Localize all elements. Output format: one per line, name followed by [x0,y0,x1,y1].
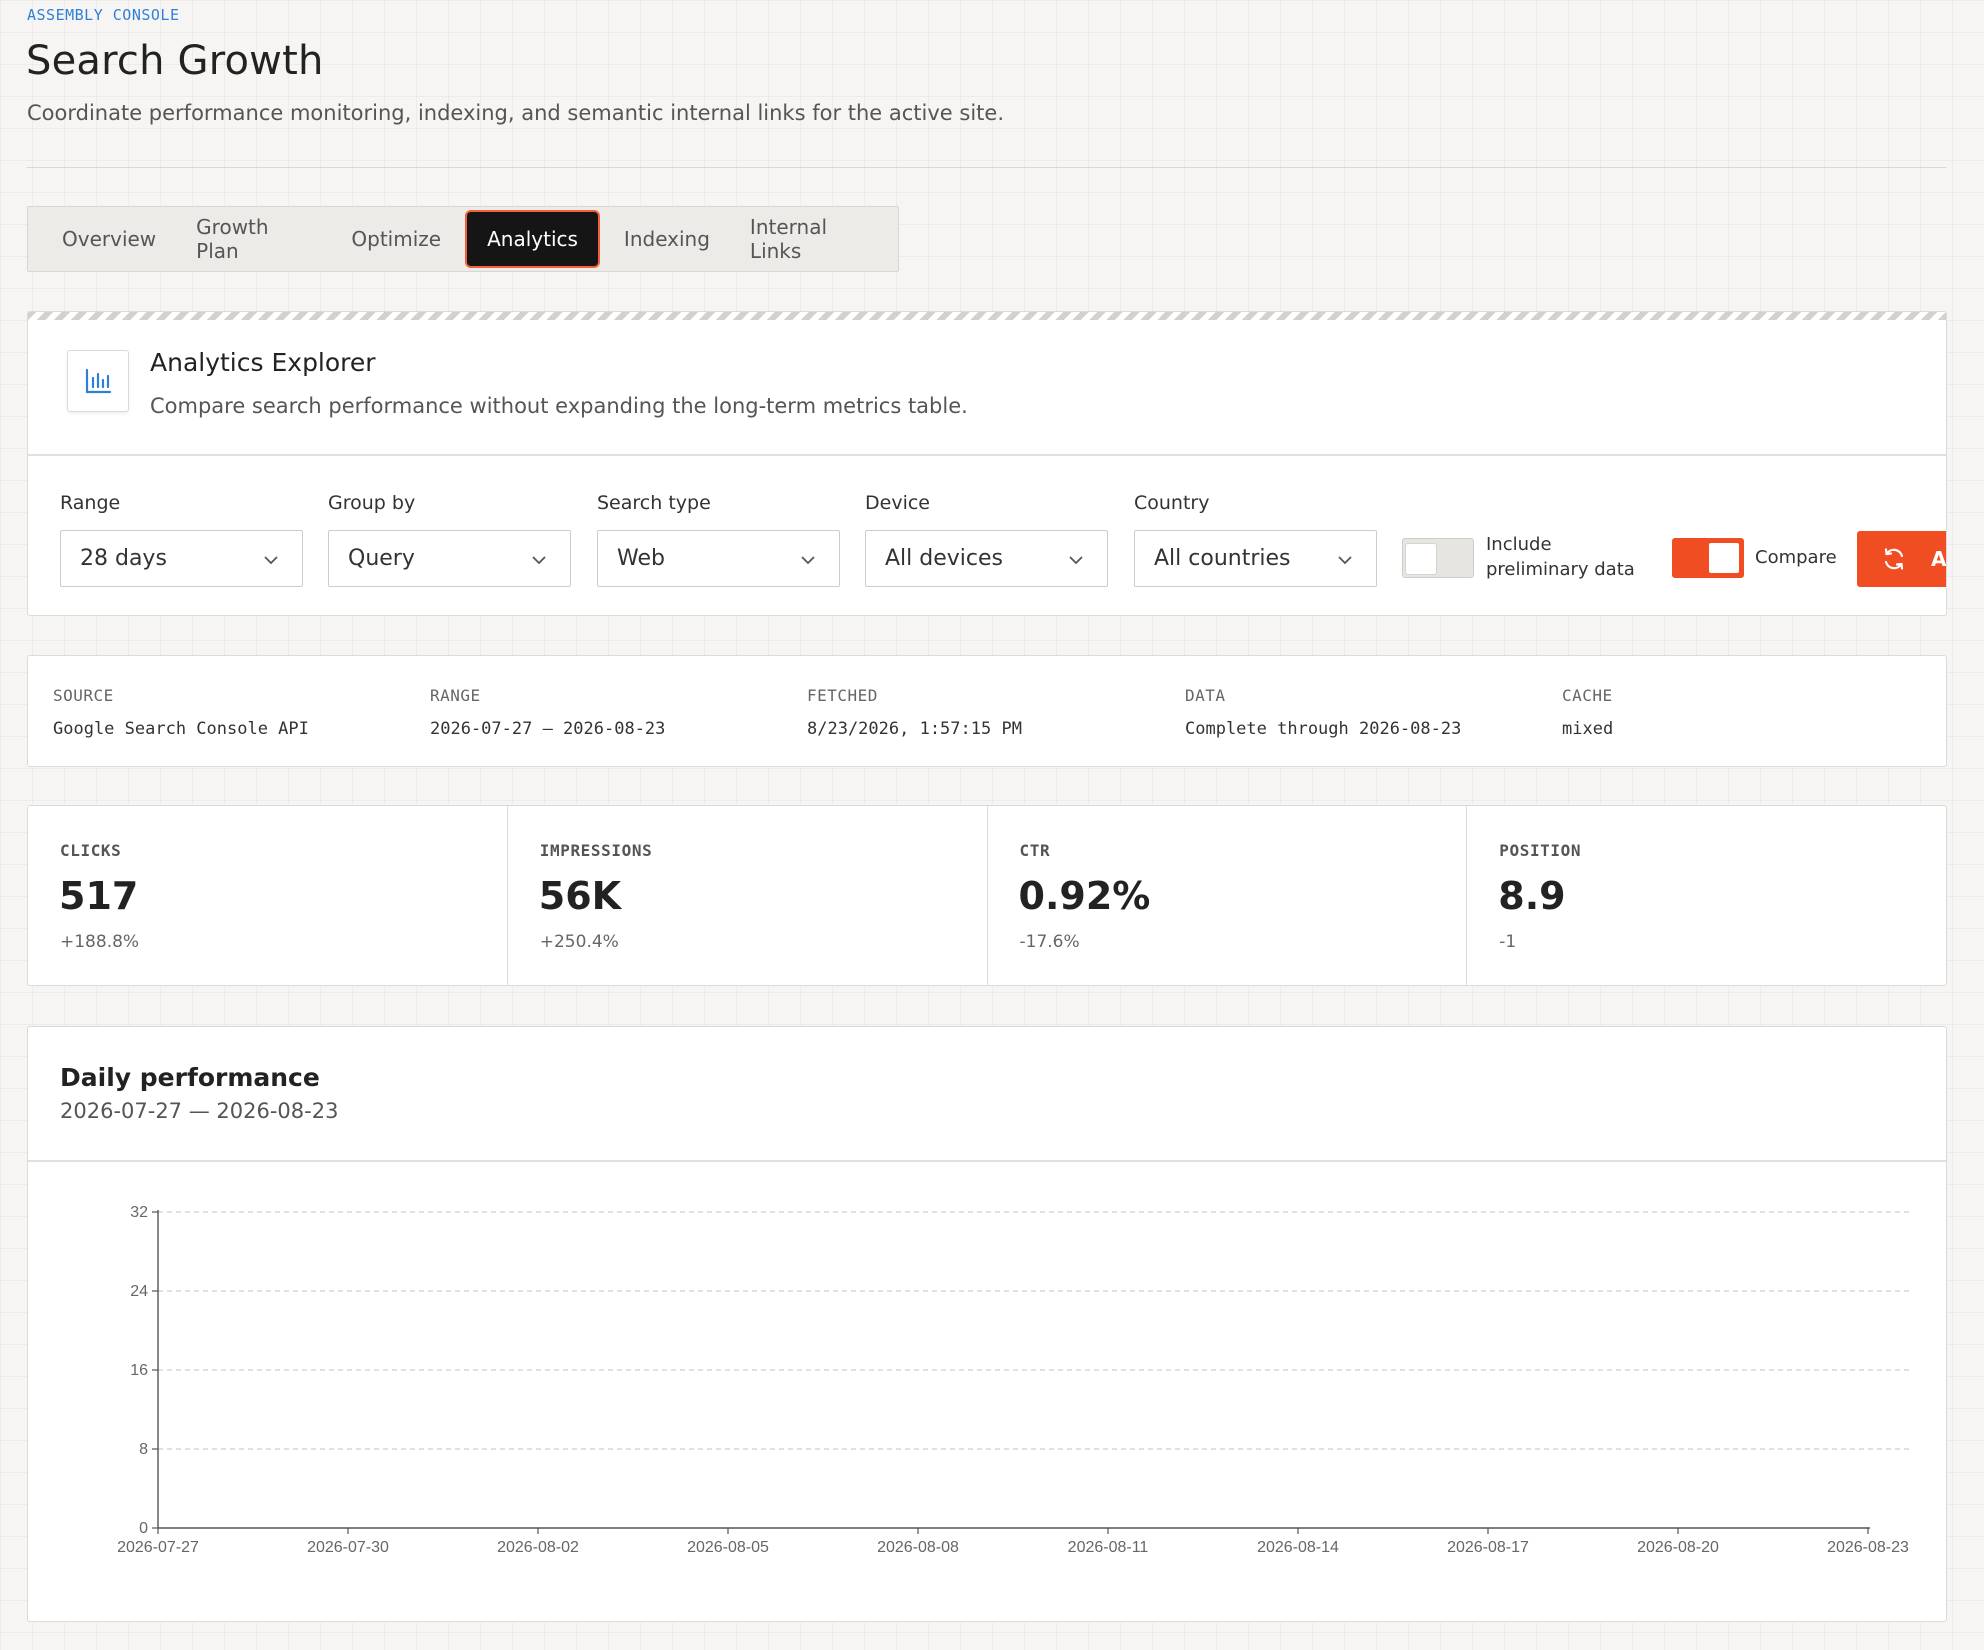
preliminary-data-label: Include preliminary data [1486,534,1635,580]
search-type-select-value: Web [617,546,665,571]
kpi-label: IMPRESSIONS [539,841,653,860]
toggle-knob [1406,544,1436,574]
x-tick-label: 2026-08-05 [687,1539,769,1556]
query-metadata: SOURCE Google Search Console API RANGE 2… [27,655,1947,767]
meta-fetched: FETCHED 8/23/2026, 1:57:15 PM [807,686,1022,739]
kpi-label: CLICKS [60,841,122,860]
chart-header: Daily performance 2026-07-27 — 2026-08-2… [28,1027,1946,1162]
kpi-label: CTR [1019,841,1051,860]
search-type-select[interactable]: Web [597,530,840,587]
page: ASSEMBLY CONSOLE Search Growth Coordinat… [0,0,1984,1650]
tab-internal-links[interactable]: Internal Links [730,212,898,266]
tab-indexing[interactable]: Indexing [604,212,730,266]
x-tick-label: 2026-08-20 [1637,1539,1719,1556]
compare-label: Compare [1755,547,1837,568]
device-select-value: All devices [885,546,1003,571]
explorer-title: Analytics Explorer [150,348,376,377]
kpi-delta: -1 [1499,932,1517,952]
range-select[interactable]: 28 days [60,530,303,587]
x-tick-label: 2026-07-30 [307,1539,389,1556]
tab-overview[interactable]: Overview [42,212,176,266]
meta-range: RANGE 2026-07-27 – 2026-08-23 [430,686,666,739]
explorer-description: Compare search performance without expan… [150,394,968,418]
chevron-down-icon [532,556,546,565]
chart-range: 2026-07-27 — 2026-08-23 [60,1099,339,1123]
group-by-select[interactable]: Query [328,530,571,587]
compare-toggle[interactable] [1672,538,1744,578]
daily-performance-chart: 0 8 16 24 32 2026-07-27 2026-07-30 2026-08-02 20… [117,1204,1911,1556]
country-select[interactable]: All countries [1134,530,1377,587]
device-select[interactable]: All devices [865,530,1108,587]
x-tick-label: 2026-08-14 [1257,1539,1339,1556]
tab-analytics[interactable]: Analytics [467,212,598,266]
tab-bar: Overview Growth Plan Optimize Analytics … [27,206,899,272]
chevron-down-icon [801,556,815,565]
app-eyebrow: ASSEMBLY CONSOLE [27,6,180,24]
x-tick-label: 2026-08-08 [877,1539,959,1556]
range-select-value: 28 days [80,546,167,571]
tab-growth-plan[interactable]: Growth Plan [176,212,331,266]
kpi-value: 517 [59,874,139,918]
kpi-delta: +188.8% [60,932,140,952]
analytics-explorer-panel: Analytics Explorer Compare search perfor… [27,311,1947,616]
panel-stripe-border [28,312,1946,320]
toggle-knob [1709,543,1739,573]
x-tick-label: 2026-08-23 [1827,1539,1909,1556]
device-label: Device [865,492,930,514]
kpi-delta: -17.6% [1019,932,1080,952]
apply-button[interactable]: Ap [1857,531,1947,587]
group-by-label: Group by [328,492,416,514]
preliminary-data-toggle[interactable] [1402,538,1474,578]
kpi-value: 8.9 [1498,874,1566,918]
bar-chart-icon [67,350,129,412]
header-divider [27,167,1946,168]
meta-source: SOURCE Google Search Console API [53,686,309,739]
filter-controls: Range 28 days Group by Query Search type… [28,456,1946,615]
range-label: Range [60,492,121,514]
chart-title: Daily performance [60,1063,320,1092]
x-tick-label: 2026-07-27 [117,1539,199,1556]
meta-cache: CACHE mixed [1562,686,1614,739]
page-subtitle: Coordinate performance monitoring, index… [27,101,1005,125]
kpi-ctr: CTR 0.92% -17.6% [988,806,1468,985]
x-tick-label: 2026-08-17 [1447,1539,1529,1556]
apply-button-label: Ap [1931,547,1947,571]
y-tick-label: 24 [130,1283,148,1300]
x-tick-label: 2026-08-11 [1068,1539,1149,1556]
explorer-header: Analytics Explorer Compare search perfor… [28,320,1946,456]
meta-data: DATA Complete through 2026-08-23 [1185,686,1462,739]
kpi-row: CLICKS 517 +188.8% IMPRESSIONS 56K +250.… [27,805,1947,986]
x-tick-label: 2026-08-02 [497,1539,579,1556]
refresh-icon [1884,548,1904,570]
daily-performance-card: Daily performance 2026-07-27 — 2026-08-2… [27,1026,1947,1622]
chevron-down-icon [1338,556,1352,565]
country-label: Country [1134,492,1210,514]
kpi-impressions: IMPRESSIONS 56K +250.4% [508,806,988,985]
chevron-down-icon [1069,556,1083,565]
kpi-label: POSITION [1499,841,1582,860]
group-by-select-value: Query [348,546,415,571]
tab-optimize[interactable]: Optimize [331,212,461,266]
y-tick-label: 0 [139,1520,148,1537]
kpi-clicks: CLICKS 517 +188.8% [28,806,508,985]
y-tick-label: 32 [130,1204,148,1221]
kpi-value: 0.92% [1018,874,1151,918]
chevron-down-icon [264,556,278,565]
country-select-value: All countries [1154,546,1291,571]
kpi-position: POSITION 8.9 -1 [1467,806,1946,985]
page-title: Search Growth [26,38,324,84]
y-tick-label: 16 [130,1362,148,1379]
kpi-delta: +250.4% [539,932,619,952]
y-tick-label: 8 [139,1441,148,1458]
kpi-value: 56K [538,874,622,918]
search-type-label: Search type [597,492,711,514]
